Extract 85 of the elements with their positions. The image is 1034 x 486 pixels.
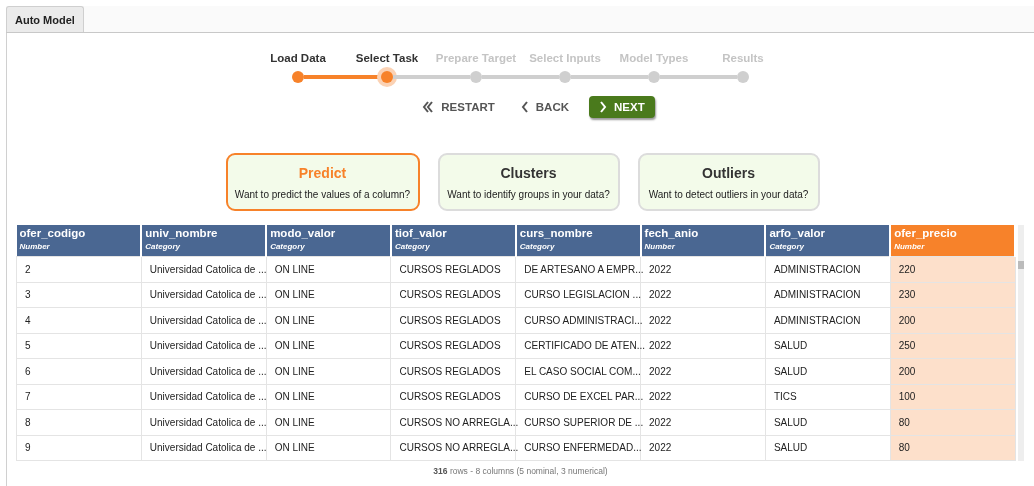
task-description: Want to predict the values of a column? — [234, 188, 411, 200]
table-cell: 2022 — [640, 409, 766, 435]
table-cell: ON LINE — [266, 435, 391, 461]
column-header[interactable]: ofer_codigo Number — [16, 225, 142, 257]
table-cell: CURSO ADMINISTRACI... — [515, 307, 641, 333]
table-cell: Universidad Catolica de ... — [141, 256, 267, 282]
table-cell: 220 — [890, 256, 1015, 282]
table-cell: Universidad Catolica de ... — [141, 435, 267, 461]
column-header[interactable]: curs_nombre Category — [515, 225, 641, 257]
table-cell: 80 — [890, 435, 1015, 461]
step-label: Model Types — [619, 52, 689, 66]
table-cell: TICS — [765, 384, 891, 410]
table-cell: 8 — [16, 409, 142, 435]
column-header[interactable]: modo_valor Category — [266, 225, 391, 257]
table-cell: ADMINISTRACION — [765, 256, 891, 282]
table-cell: 200 — [890, 307, 1015, 333]
task-card[interactable]: Clusters Want to identify groups in your data? — [437, 153, 620, 211]
table-cell: 230 — [890, 282, 1015, 308]
table-cell: ADMINISTRACION — [765, 307, 891, 333]
table-cell: SALUD — [765, 358, 891, 384]
table-cell: CURSO LEGISLACION ... — [515, 282, 641, 308]
table-cell: ON LINE — [266, 307, 391, 333]
column-header[interactable]: tiof_valor Category — [390, 225, 516, 257]
table-cell: 4 — [16, 307, 142, 333]
task-card[interactable]: Outliers Want to detect outliers in your data? — [637, 153, 820, 211]
restart-button[interactable]: RESTART — [416, 96, 501, 118]
table-cell: CURSOS REGLADOS — [390, 333, 516, 359]
column-header[interactable]: arfo_valor Category — [765, 225, 891, 257]
table-cell: CURSOS REGLADOS — [390, 307, 516, 333]
table-cell: ON LINE — [266, 256, 391, 282]
tab[interactable]: Auto Model — [6, 6, 84, 32]
task-title: Predict — [298, 164, 347, 181]
task-card[interactable]: Predict Want to predict the values of a column? — [225, 153, 420, 211]
table-cell: DE ARTESANO A EMPR... — [515, 256, 641, 282]
table-cell: 2022 — [640, 282, 766, 308]
table-cell: 3 — [16, 282, 142, 308]
table-cell: Universidad Catolica de ... — [141, 282, 267, 308]
table-cell: 6 — [16, 358, 142, 384]
task-description: Want to detect outliers in your data? — [648, 188, 809, 200]
column-header[interactable]: univ_nombre Category — [141, 225, 267, 257]
step-label: Results — [722, 52, 764, 66]
step-label: Prepare Target — [435, 52, 517, 66]
table-cell: Universidad Catolica de ... — [141, 384, 267, 410]
table-cell: Universidad Catolica de ... — [141, 409, 267, 435]
table-cell: 7 — [16, 384, 142, 410]
task-description: Want to identify groups in your data? — [447, 188, 610, 200]
table-cell: CURSOS NO ARREGLA... — [390, 435, 516, 461]
task-title: Clusters — [500, 164, 557, 181]
step-label: Load Data — [270, 52, 326, 66]
table-cell: CURSO DE EXCEL PAR... — [515, 384, 641, 410]
table-cell: CURSOS NO ARREGLA... — [390, 409, 516, 435]
task-title: Outliers — [702, 164, 755, 181]
step-label: Select Inputs — [529, 52, 601, 66]
table-cell: CURSOS REGLADOS — [390, 384, 516, 410]
table-cell: 250 — [890, 333, 1015, 359]
table-cell: EL CASO SOCIAL COM... — [515, 358, 641, 384]
table-cell: Universidad Catolica de ... — [141, 333, 267, 359]
step-label: Select Task — [355, 52, 419, 66]
table-cell: ON LINE — [266, 409, 391, 435]
table-cell: 2 — [16, 256, 142, 282]
table-cell: ADMINISTRACION — [765, 282, 891, 308]
next-button[interactable]: NEXT — [589, 96, 655, 118]
table-cell: CURSOS REGLADOS — [390, 256, 516, 282]
table-cell: Universidad Catolica de ... — [141, 307, 267, 333]
table-cell: CURSOS REGLADOS — [390, 282, 516, 308]
back-button[interactable]: BACK — [514, 96, 575, 118]
table-cell: SALUD — [765, 333, 891, 359]
table-cell: 9 — [16, 435, 142, 461]
table-cell: 100 — [890, 384, 1015, 410]
table-cell: SALUD — [765, 409, 891, 435]
table-cell: ON LINE — [266, 358, 391, 384]
table-cell: Universidad Catolica de ... — [141, 358, 267, 384]
table-cell: 5 — [16, 333, 142, 359]
table-cell: 2022 — [640, 358, 766, 384]
table-cell: CURSOS REGLADOS — [390, 358, 516, 384]
table-cell: 80 — [890, 409, 1015, 435]
table-cell: 2022 — [640, 435, 766, 461]
table-cell: ON LINE — [266, 333, 391, 359]
table-cell: 200 — [890, 358, 1015, 384]
table-cell: SALUD — [765, 435, 891, 461]
column-header[interactable]: fech_anio Number — [640, 225, 766, 257]
table-cell: ON LINE — [266, 384, 391, 410]
table-cell: 2022 — [640, 307, 766, 333]
table-cell: ON LINE — [266, 282, 391, 308]
summary-text: 316 rows - 8 columns (5 nominal, 3 numerical) — [433, 466, 608, 476]
